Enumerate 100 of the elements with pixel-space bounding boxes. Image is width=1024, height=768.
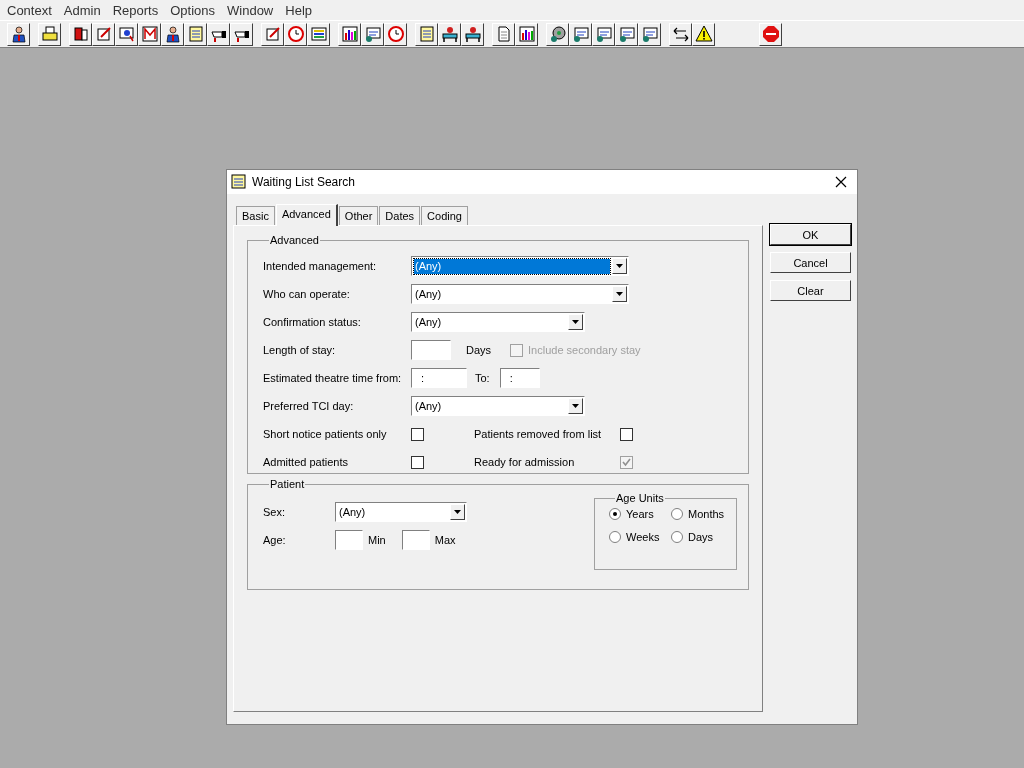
menu-item[interactable]: Options bbox=[164, 2, 221, 18]
toolbar-button[interactable] bbox=[638, 22, 661, 46]
list-icon bbox=[309, 25, 328, 43]
field-label: Min bbox=[368, 534, 386, 546]
dropdown-value: (Any) bbox=[338, 504, 367, 520]
time-field[interactable]: : bbox=[411, 368, 467, 388]
disc-icon bbox=[548, 25, 567, 43]
checkbox[interactable] bbox=[411, 455, 424, 469]
checkbox[interactable] bbox=[411, 427, 424, 441]
toolbar-button[interactable] bbox=[7, 22, 30, 46]
toolbar-button[interactable] bbox=[669, 22, 692, 46]
toolbar-button[interactable] bbox=[415, 22, 438, 46]
menu-item[interactable]: Admin bbox=[57, 2, 107, 18]
pen-icon bbox=[263, 25, 282, 43]
bed-icon bbox=[463, 25, 482, 43]
toolbar-button[interactable] bbox=[92, 22, 115, 46]
toolbar-button[interactable] bbox=[230, 22, 253, 46]
caret-icon bbox=[616, 292, 623, 296]
dropdown[interactable]: (Any) bbox=[411, 396, 585, 416]
tab[interactable]: Other bbox=[338, 206, 379, 225]
toolbar-button[interactable] bbox=[759, 22, 782, 46]
note-icon bbox=[417, 25, 436, 43]
close-icon[interactable] bbox=[835, 176, 847, 188]
toolbar-button[interactable] bbox=[307, 22, 330, 46]
toolbar-button[interactable] bbox=[492, 22, 515, 46]
menu-item[interactable]: Window bbox=[221, 2, 280, 18]
dialog-button[interactable]: Clear bbox=[770, 280, 851, 301]
toolbar-button[interactable] bbox=[184, 22, 207, 46]
radio-button[interactable] bbox=[671, 508, 683, 520]
input-field[interactable] bbox=[335, 530, 363, 550]
input-field[interactable] bbox=[411, 340, 451, 360]
toolbar-button[interactable] bbox=[261, 22, 284, 46]
toolbar-button[interactable] bbox=[361, 22, 384, 46]
note-icon bbox=[231, 174, 247, 190]
radio-button[interactable] bbox=[671, 531, 683, 543]
dropdown[interactable]: (Any) bbox=[335, 502, 467, 522]
radio-button[interactable] bbox=[609, 531, 621, 543]
input-field[interactable] bbox=[401, 530, 430, 550]
caret-icon bbox=[572, 320, 579, 324]
caret-icon bbox=[572, 404, 579, 408]
field-label: Preferred TCI day: bbox=[263, 400, 355, 412]
field-label: Intended management: bbox=[263, 260, 378, 272]
toolbar-button[interactable] bbox=[384, 22, 407, 46]
toolbar-button[interactable] bbox=[515, 22, 538, 46]
clock-icon bbox=[286, 25, 305, 43]
radio-option[interactable]: Years bbox=[609, 508, 671, 520]
dropdown[interactable]: (Any) bbox=[411, 284, 629, 304]
field-label: Age: bbox=[263, 534, 287, 546]
toolbar-button[interactable] bbox=[438, 22, 461, 46]
note-icon bbox=[186, 25, 205, 43]
dropdown-value: (Any) bbox=[414, 286, 443, 302]
tab[interactable]: Advanced bbox=[275, 204, 338, 226]
toolbar-button[interactable] bbox=[592, 22, 615, 46]
printer-icon bbox=[40, 25, 59, 43]
checkbox-label: Ready for admission bbox=[474, 456, 576, 468]
toolbar-button[interactable] bbox=[207, 22, 230, 46]
time-field[interactable]: : bbox=[499, 368, 540, 388]
toolbar-button[interactable] bbox=[692, 22, 715, 46]
field-label: Confirmation status: bbox=[263, 316, 362, 328]
toolbar-button[interactable] bbox=[115, 22, 138, 46]
toolbar-button[interactable] bbox=[569, 22, 592, 46]
toolbar-button[interactable] bbox=[284, 22, 307, 46]
radio-button[interactable] bbox=[609, 508, 621, 520]
toolbar-button[interactable] bbox=[615, 22, 638, 46]
radio-option[interactable]: Months bbox=[671, 508, 736, 520]
menu-item[interactable]: Reports bbox=[106, 2, 165, 18]
caret-icon bbox=[454, 510, 461, 514]
dialog-button[interactable]: Cancel bbox=[770, 252, 851, 273]
bar-chart-icon bbox=[517, 25, 536, 43]
form-icon bbox=[571, 25, 590, 43]
toolbar-button[interactable] bbox=[461, 22, 484, 46]
bed-icon bbox=[440, 25, 459, 43]
field-label: Estimated theatre time from: bbox=[263, 372, 403, 384]
toolbar-button[interactable] bbox=[546, 22, 569, 46]
toolbar-button[interactable] bbox=[38, 22, 61, 46]
radio-option[interactable]: Weeks bbox=[609, 531, 671, 543]
dropdown-value: (Any) bbox=[414, 314, 443, 330]
bar-chart-icon bbox=[340, 25, 359, 43]
checkbox[interactable] bbox=[620, 427, 633, 441]
dialog-button[interactable]: OK bbox=[770, 224, 851, 245]
toolbar-button[interactable] bbox=[138, 22, 161, 46]
form-icon bbox=[640, 25, 659, 43]
toolbar-button[interactable] bbox=[161, 22, 184, 46]
person-icon bbox=[9, 25, 28, 43]
tab[interactable]: Dates bbox=[379, 206, 421, 225]
dropdown[interactable]: (Any) bbox=[411, 312, 585, 332]
group-title: Age Units bbox=[615, 492, 665, 504]
field-label: Max bbox=[434, 534, 456, 546]
menu-item[interactable]: Context bbox=[1, 2, 58, 18]
toolbar-button[interactable] bbox=[338, 22, 361, 46]
tab[interactable]: Basic bbox=[236, 206, 275, 225]
tab[interactable]: Coding bbox=[421, 206, 468, 225]
menu-item[interactable]: Help bbox=[279, 2, 318, 18]
form-icon bbox=[617, 25, 636, 43]
dropdown[interactable]: (Any) bbox=[411, 256, 629, 276]
caret-icon bbox=[616, 264, 623, 268]
radio-option[interactable]: Days bbox=[671, 531, 736, 543]
toolbar-button[interactable] bbox=[69, 22, 92, 46]
form-icon bbox=[594, 25, 613, 43]
pen-icon bbox=[94, 25, 113, 43]
